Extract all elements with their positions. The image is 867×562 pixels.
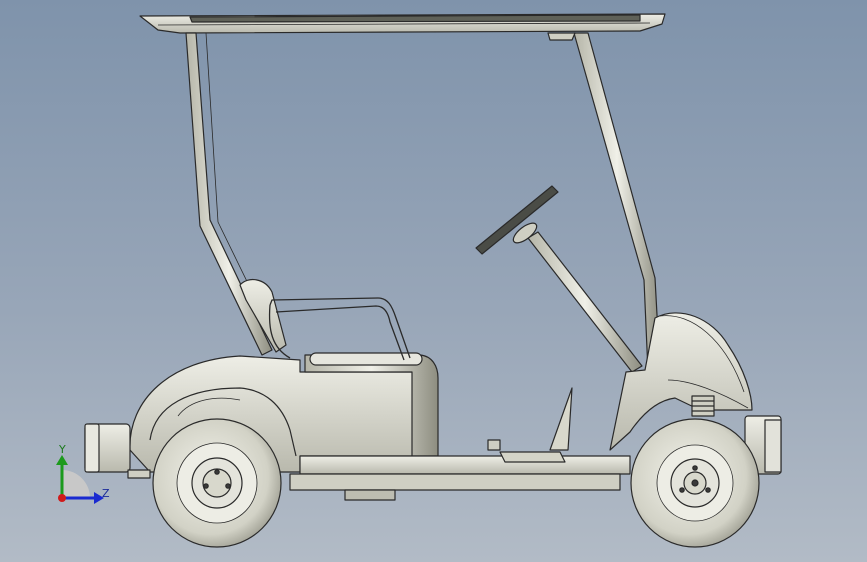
steering-column [527,231,643,373]
rear-wheel [152,418,282,548]
seat-rail [268,297,411,361]
cad-viewport[interactable]: Y Z [0,0,867,562]
golf-cart-model[interactable] [0,0,867,562]
hitch [127,469,151,479]
triad-quadrant [62,470,90,498]
x-axis-dot [58,494,66,502]
front-suspension [691,395,715,417]
chassis [289,455,631,501]
front-wheel [630,418,760,548]
pedals [487,387,573,463]
y-axis-label: Y [59,443,66,456]
z-axis-label: Z [102,487,110,500]
roof [139,13,666,34]
y-axis-arrowhead [56,455,68,465]
